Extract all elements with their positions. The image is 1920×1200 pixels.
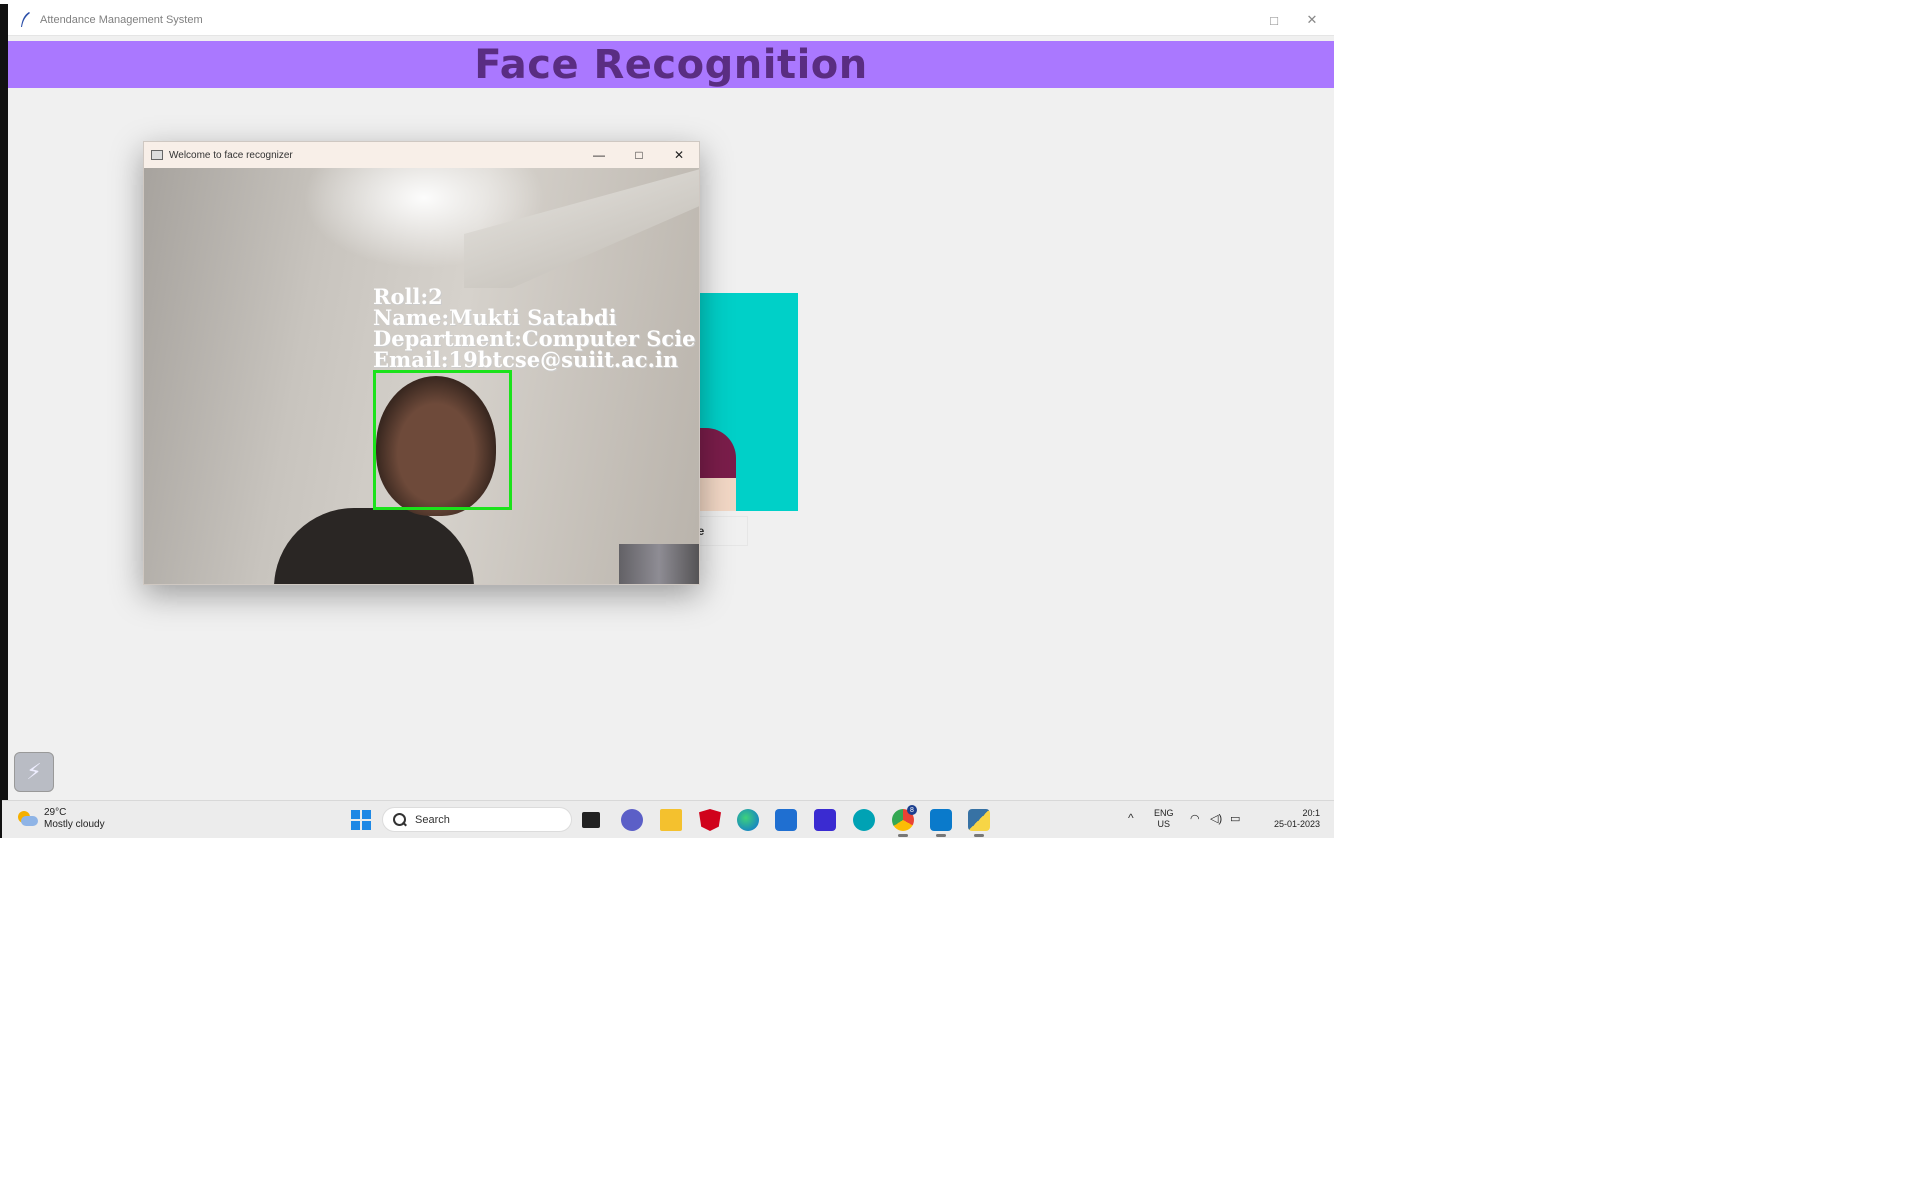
face-window-minimize-button[interactable]: — xyxy=(579,142,619,168)
face-detection-box xyxy=(373,370,512,510)
overlay-email: Email:19btcse@suiit.ac.in xyxy=(373,347,679,372)
mathpix-icon[interactable] xyxy=(814,809,836,831)
chrome-badge: 8 xyxy=(907,805,917,815)
camera-ceiling xyxy=(464,168,699,288)
battery-icon[interactable]: ▭ xyxy=(1230,812,1240,825)
maximize-button[interactable]: □ xyxy=(1254,4,1294,36)
mcafee-icon[interactable] xyxy=(699,809,721,831)
weather-condition: Mostly cloudy xyxy=(44,819,105,830)
weather-widget[interactable]: 29°C Mostly cloudy xyxy=(16,807,105,831)
background-objects xyxy=(619,544,699,584)
close-button[interactable]: ✕ xyxy=(1292,4,1332,36)
partly-cloudy-icon xyxy=(16,811,38,827)
page-title: Face Recognition xyxy=(474,41,868,88)
taskbar: 29°C Mostly cloudy Search 8 ^ ENG US ◠ ◁… xyxy=(2,800,1334,838)
keyboard-region: US xyxy=(1157,819,1171,829)
overlay-roll: Roll:2 xyxy=(373,284,443,309)
search-icon xyxy=(393,812,407,827)
clock-date: 25-01-2023 xyxy=(1273,819,1320,829)
taskbar-clock[interactable]: 20:1 25-01-2023 xyxy=(1260,808,1320,830)
python-icon[interactable] xyxy=(968,809,990,837)
lightning-widget-button[interactable]: ⚡ xyxy=(14,752,54,792)
edge-icon[interactable] xyxy=(737,809,759,831)
lightning-icon: ⚡ xyxy=(26,759,42,784)
face-window-title: Welcome to face recognizer xyxy=(169,149,293,161)
overlay-department: Department:Computer Scie xyxy=(373,326,696,351)
face-window-titlebar[interactable]: Welcome to face recognizer — □ ✕ xyxy=(144,142,699,168)
background-photo xyxy=(698,293,798,511)
start-button[interactable] xyxy=(351,810,371,830)
photo-figure xyxy=(698,428,736,511)
window-title: Attendance Management System xyxy=(40,13,203,26)
face-window-maximize-button[interactable]: □ xyxy=(619,142,659,168)
chat-icon[interactable] xyxy=(621,809,643,831)
page-banner: Face Recognition xyxy=(8,41,1334,88)
volume-icon[interactable]: ◁) xyxy=(1210,812,1222,825)
search-placeholder: Search xyxy=(415,813,450,826)
overlay-name: Name:Mukti Satabdi xyxy=(373,305,617,330)
person-body xyxy=(274,508,474,584)
language-indicator[interactable]: ENG US xyxy=(1154,808,1174,830)
file-explorer-icon[interactable] xyxy=(660,809,682,831)
weather-text: 29°C Mostly cloudy xyxy=(44,807,105,831)
clock-time: 20:1 xyxy=(1302,808,1320,818)
feather-icon xyxy=(21,11,30,27)
cortana-icon[interactable] xyxy=(853,809,875,831)
weather-temperature: 29°C xyxy=(44,807,67,818)
app-titlebar[interactable]: Attendance Management System □ ✕ xyxy=(8,4,1334,36)
taskbar-search[interactable]: Search xyxy=(382,807,572,832)
language-code: ENG xyxy=(1154,808,1174,818)
vscode-icon[interactable] xyxy=(930,809,952,837)
wifi-icon[interactable]: ◠ xyxy=(1190,812,1200,825)
show-hidden-icons-button[interactable]: ^ xyxy=(1128,811,1134,825)
face-window-close-button[interactable]: ✕ xyxy=(659,142,699,168)
recognition-overlay: Roll:2 Name:Mukti Satabdi Department:Com… xyxy=(373,286,696,370)
task-view-icon[interactable] xyxy=(582,812,600,828)
camera-feed: Roll:2 Name:Mukti Satabdi Department:Com… xyxy=(144,168,699,584)
microsoft-store-icon[interactable] xyxy=(775,809,797,831)
face-recognizer-window: Welcome to face recognizer — □ ✕ Roll:2 … xyxy=(143,141,700,585)
image-window-icon xyxy=(151,150,163,160)
